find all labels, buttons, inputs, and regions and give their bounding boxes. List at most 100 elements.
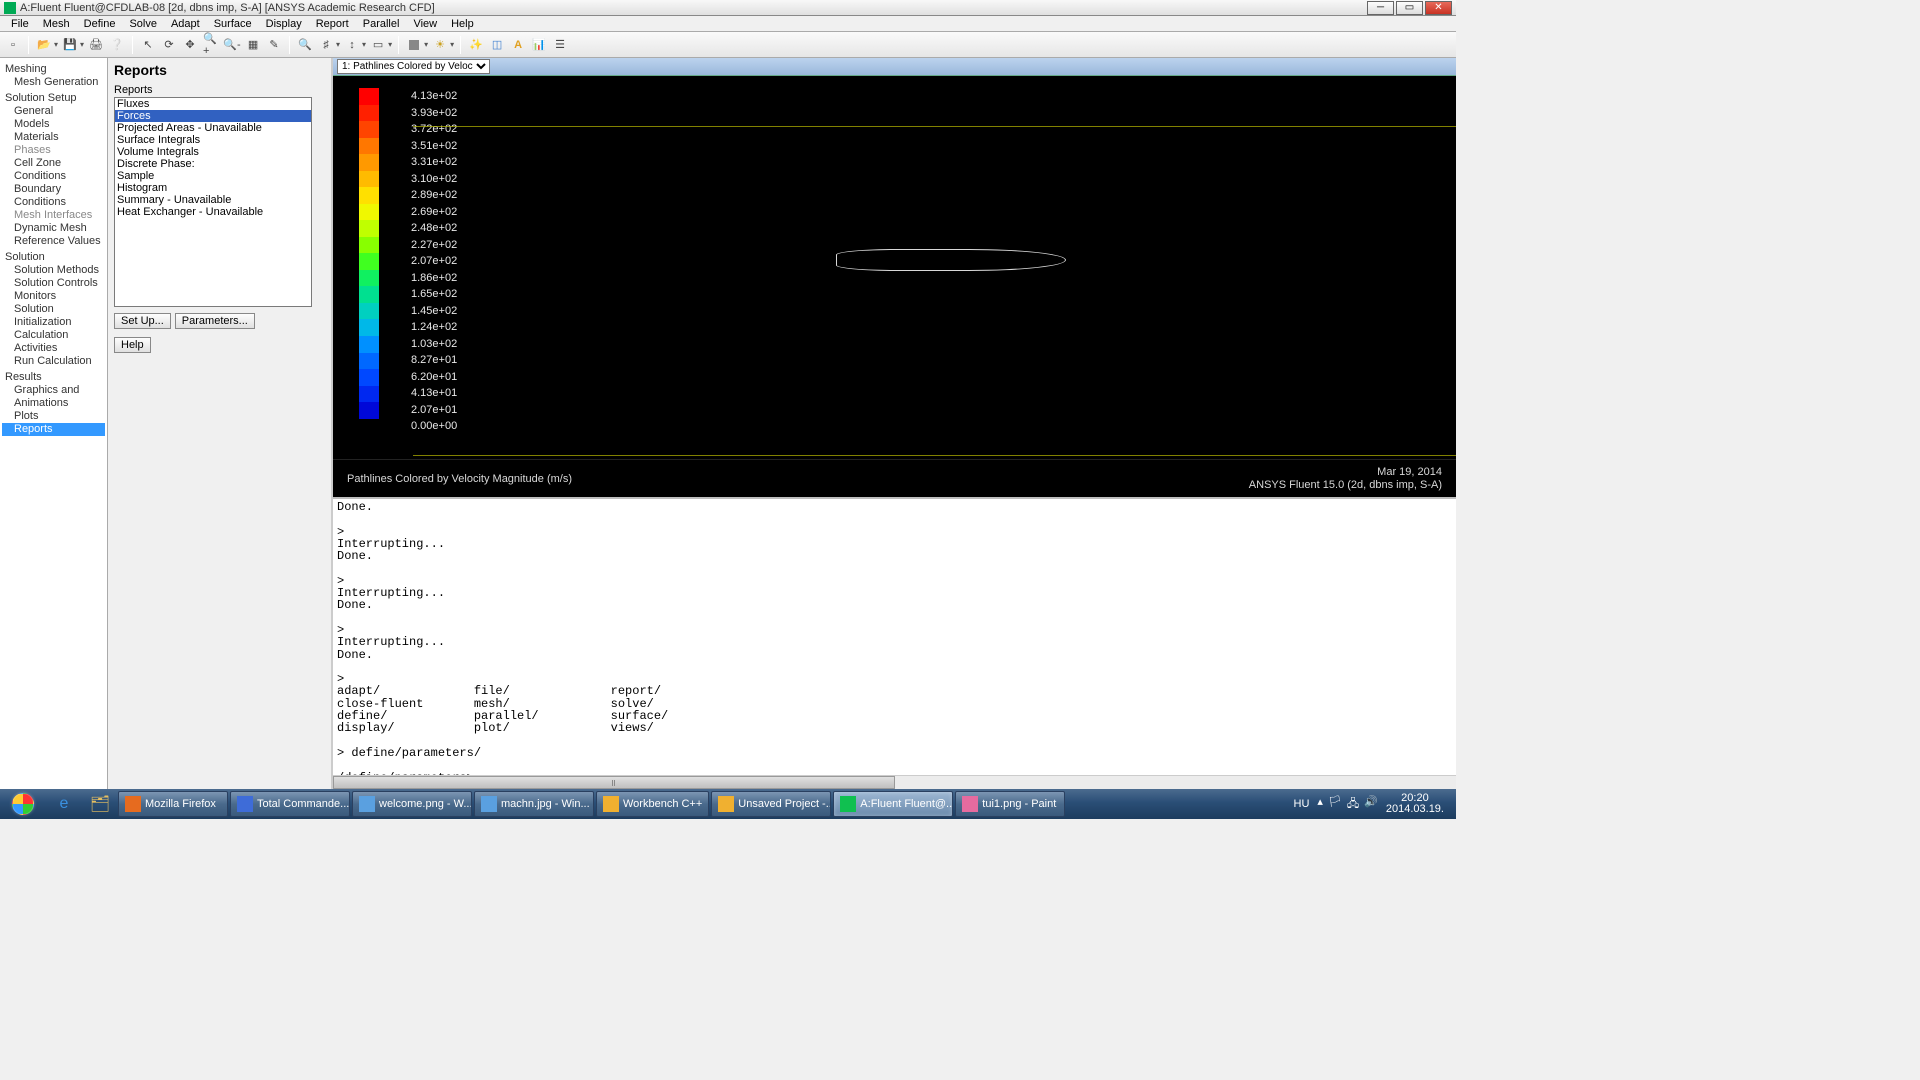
- tree-solution-controls[interactable]: Solution Controls: [2, 277, 105, 290]
- menu-file[interactable]: File: [4, 18, 36, 30]
- tree-materials[interactable]: Materials: [2, 131, 105, 144]
- menubar: File Mesh Define Solve Adapt Surface Dis…: [0, 16, 1456, 32]
- print-icon[interactable]: 🖨: [87, 36, 105, 54]
- tree-general[interactable]: General: [2, 105, 105, 118]
- report-item[interactable]: Forces: [115, 110, 311, 122]
- menu-surface[interactable]: Surface: [207, 18, 259, 30]
- tray-flag-icon[interactable]: ▴: [1317, 795, 1323, 814]
- tree-solution-methods[interactable]: Solution Methods: [2, 264, 105, 277]
- menu-parallel[interactable]: Parallel: [356, 18, 407, 30]
- taskbar-item[interactable]: Total Commande...: [230, 791, 350, 817]
- zoom-out-icon[interactable]: 🔍-: [223, 36, 241, 54]
- taskbar-item[interactable]: tui1.png - Paint: [955, 791, 1065, 817]
- menu-solve[interactable]: Solve: [122, 18, 164, 30]
- ruler-icon[interactable]: ↕: [343, 36, 361, 54]
- probe-icon[interactable]: ✎: [265, 36, 283, 54]
- pointer-icon[interactable]: ↖: [139, 36, 157, 54]
- axes-icon[interactable]: ♯: [317, 36, 335, 54]
- graphics-caption: Pathlines Colored by Velocity Magnitude …: [333, 459, 1456, 497]
- menu-display[interactable]: Display: [259, 18, 309, 30]
- rotate-icon[interactable]: ⟳: [160, 36, 178, 54]
- tray-network-icon[interactable]: 🖧: [1347, 795, 1359, 814]
- report-item[interactable]: Histogram: [115, 182, 311, 194]
- help-button[interactable]: Help: [114, 337, 151, 353]
- menu-mesh[interactable]: Mesh: [36, 18, 77, 30]
- graphics-window-select[interactable]: 1: Pathlines Colored by Veloc: [337, 59, 490, 74]
- menu-report[interactable]: Report: [309, 18, 356, 30]
- fit-icon[interactable]: 🔍: [296, 36, 314, 54]
- task-label: Mozilla Firefox: [145, 798, 216, 810]
- report-item[interactable]: Heat Exchanger - Unavailable: [115, 206, 311, 218]
- render-icon[interactable]: [405, 36, 423, 54]
- titlebar: A:Fluent Fluent@CFDLAB-08 [2d, dbns imp,…: [0, 0, 1456, 16]
- tree-solution-init[interactable]: Solution Initialization: [2, 303, 105, 329]
- lights-icon[interactable]: ☀: [431, 36, 449, 54]
- tree-graphics[interactable]: Graphics and Animations: [2, 384, 105, 410]
- legend-colorbar: [359, 88, 379, 419]
- report-item[interactable]: Fluxes: [115, 98, 311, 110]
- arrange-icon[interactable]: ◫: [488, 36, 506, 54]
- minimize-button[interactable]: ─: [1367, 1, 1394, 15]
- scene-icon[interactable]: ✨: [467, 36, 485, 54]
- graphics-viewport[interactable]: 4.13e+023.93e+023.72e+023.51e+023.31e+02…: [333, 76, 1456, 459]
- open-icon[interactable]: 📂: [35, 36, 53, 54]
- report-item[interactable]: Sample: [115, 170, 311, 182]
- options-icon[interactable]: ☰: [551, 36, 569, 54]
- zoom-box-icon[interactable]: ▦: [244, 36, 262, 54]
- scrollbar-thumb[interactable]: [333, 776, 895, 789]
- tray-volume-icon[interactable]: 🔊: [1364, 795, 1378, 814]
- taskbar-item[interactable]: machn.jpg - Win...: [474, 791, 594, 817]
- language-indicator[interactable]: HU: [1294, 798, 1310, 810]
- annotate-icon[interactable]: A: [509, 36, 527, 54]
- pinned-explorer-icon[interactable]: 🗂: [84, 791, 116, 817]
- tree-monitors[interactable]: Monitors: [2, 290, 105, 303]
- help-icon[interactable]: ❔: [108, 36, 126, 54]
- zoom-in-icon[interactable]: 🔍+: [202, 36, 220, 54]
- taskbar-item[interactable]: Unsaved Project -...: [711, 791, 831, 817]
- report-item[interactable]: Summary - Unavailable: [115, 194, 311, 206]
- taskbar-item[interactable]: A:Fluent Fluent@...: [833, 791, 953, 817]
- colormap-icon[interactable]: 📊: [530, 36, 548, 54]
- start-button[interactable]: [4, 791, 42, 817]
- viewport-icon[interactable]: ▭: [369, 36, 387, 54]
- menu-help[interactable]: Help: [444, 18, 481, 30]
- pinned-ie-icon[interactable]: e: [48, 791, 80, 817]
- reports-listbox[interactable]: FluxesForcesProjected Areas - Unavailabl…: [114, 97, 312, 307]
- report-item[interactable]: Discrete Phase:: [115, 158, 311, 170]
- tree-phases[interactable]: Phases: [2, 144, 105, 157]
- tree-mesh-generation[interactable]: Mesh Generation: [2, 76, 105, 89]
- report-item[interactable]: Surface Integrals: [115, 134, 311, 146]
- tree-reference-values[interactable]: Reference Values: [2, 235, 105, 248]
- close-button[interactable]: ✕: [1425, 1, 1452, 15]
- taskbar-item[interactable]: Mozilla Firefox: [118, 791, 228, 817]
- tree-run-calculation[interactable]: Run Calculation: [2, 355, 105, 368]
- menu-adapt[interactable]: Adapt: [164, 18, 207, 30]
- menu-define[interactable]: Define: [77, 18, 123, 30]
- tree-boundary[interactable]: Boundary Conditions: [2, 183, 105, 209]
- tree-calc-activities[interactable]: Calculation Activities: [2, 329, 105, 355]
- maximize-button[interactable]: ▭: [1396, 1, 1423, 15]
- task-label: tui1.png - Paint: [982, 798, 1056, 810]
- new-icon[interactable]: ▫: [4, 36, 22, 54]
- console-hscrollbar[interactable]: [333, 775, 1456, 789]
- nav-tree[interactable]: Meshing Mesh Generation Solution Setup G…: [0, 58, 108, 789]
- taskbar-item[interactable]: Workbench C++: [596, 791, 709, 817]
- report-item[interactable]: Projected Areas - Unavailable: [115, 122, 311, 134]
- window-title: A:Fluent Fluent@CFDLAB-08 [2d, dbns imp,…: [20, 2, 1367, 14]
- tree-mesh-interfaces[interactable]: Mesh Interfaces: [2, 209, 105, 222]
- menu-view[interactable]: View: [406, 18, 444, 30]
- tree-cell-zone[interactable]: Cell Zone Conditions: [2, 157, 105, 183]
- setup-button[interactable]: Set Up...: [114, 313, 171, 329]
- tray-action-icon[interactable]: 🏳: [1328, 795, 1342, 814]
- taskbar-item[interactable]: welcome.png - W...: [352, 791, 472, 817]
- parameters-button[interactable]: Parameters...: [175, 313, 255, 329]
- save-icon[interactable]: 💾: [61, 36, 79, 54]
- clock[interactable]: 20:20 2014.03.19.: [1386, 793, 1444, 815]
- tree-reports[interactable]: Reports: [2, 423, 105, 436]
- tree-dynamic-mesh[interactable]: Dynamic Mesh: [2, 222, 105, 235]
- tree-plots[interactable]: Plots: [2, 410, 105, 423]
- tui-console[interactable]: Done. > Interrupting... Done. > Interrup…: [333, 499, 1456, 775]
- report-item[interactable]: Volume Integrals: [115, 146, 311, 158]
- tree-models[interactable]: Models: [2, 118, 105, 131]
- pan-icon[interactable]: ✥: [181, 36, 199, 54]
